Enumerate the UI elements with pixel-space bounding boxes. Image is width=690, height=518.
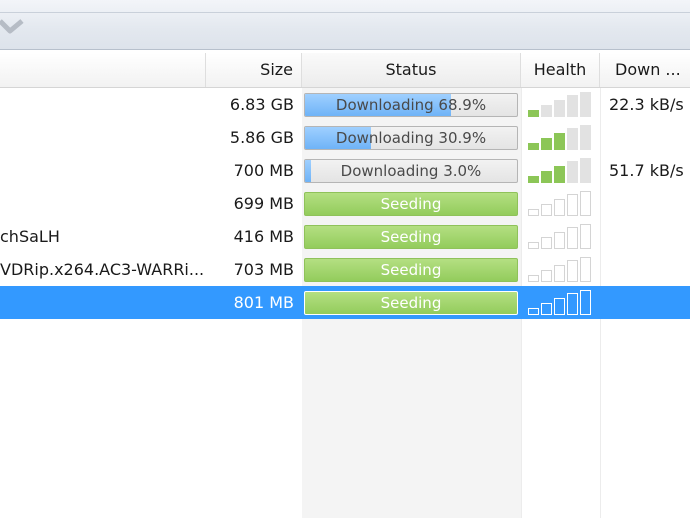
torrent-size: 416 MB (233, 227, 294, 246)
health-bar (580, 257, 591, 282)
torrent-size: 703 MB (233, 260, 294, 279)
health-bar (528, 143, 539, 150)
health-bar (567, 260, 578, 282)
health-bar (567, 128, 578, 150)
column-header-health[interactable]: Health (521, 53, 600, 87)
health-bar (541, 171, 552, 183)
column-header-down-speed[interactable]: Down ... (600, 53, 690, 87)
health-bar (554, 133, 565, 150)
health-bar (554, 199, 565, 216)
health-bar (528, 275, 539, 282)
download-speed: 51.7 kB/s (609, 161, 684, 180)
health-bar (580, 158, 591, 183)
torrent-name (0, 187, 204, 220)
table-row[interactable]: VDRip.x264.AC3-WARRi... 703 MB Seeding (0, 253, 690, 286)
toolbar (0, 0, 690, 50)
status-progress-bar: Downloading 30.9% (304, 126, 518, 150)
torrent-name (0, 88, 204, 121)
health-bar (567, 227, 578, 249)
torrent-size: 699 MB (233, 194, 294, 213)
torrent-name: chSaLH (0, 227, 60, 246)
table-row[interactable]: 801 MB Seeding (0, 286, 690, 319)
table-row[interactable]: 700 MB Downloading 3.0% 51.7 kB/s (0, 154, 690, 187)
health-bar (567, 95, 578, 117)
status-label: Seeding (380, 195, 442, 213)
status-label: Seeding (380, 294, 442, 312)
torrent-name (0, 154, 204, 187)
status-progress-bar: Seeding (304, 258, 518, 282)
torrent-name (0, 121, 204, 154)
health-bar (554, 232, 565, 249)
status-progress-bar: Downloading 3.0% (304, 159, 518, 183)
status-progress-bar: Seeding (304, 225, 518, 249)
health-bars-icon (528, 158, 591, 183)
health-bars-icon (528, 257, 591, 282)
column-header-name[interactable] (0, 53, 206, 87)
health-bar (541, 138, 552, 150)
toolbar-divider (0, 12, 690, 13)
torrent-size: 6.83 GB (229, 95, 294, 114)
health-bar (554, 298, 565, 315)
health-bar (567, 194, 578, 216)
status-label: Downloading 3.0% (340, 162, 482, 180)
column-header-status[interactable]: Status (302, 53, 521, 87)
health-bars-icon (528, 224, 591, 249)
health-bar (580, 290, 591, 315)
download-speed: 22.3 kB/s (609, 95, 684, 114)
health-bar (541, 270, 552, 282)
health-bar (554, 265, 565, 282)
health-bars-icon (528, 191, 591, 216)
health-bar (528, 176, 539, 183)
health-bar (580, 191, 591, 216)
table-row[interactable]: chSaLH 416 MB Seeding (0, 220, 690, 253)
column-header-size[interactable]: Size (206, 53, 302, 87)
health-bar (528, 308, 539, 315)
download-speed (609, 187, 690, 220)
torrent-size: 5.86 GB (229, 128, 294, 147)
health-bar (528, 110, 539, 117)
health-bar (580, 125, 591, 150)
torrent-name: VDRip.x264.AC3-WARRi... (0, 260, 204, 279)
table-row[interactable]: 699 MB Seeding (0, 187, 690, 220)
health-bar (554, 100, 565, 117)
health-bar (567, 161, 578, 183)
download-speed (609, 253, 690, 286)
health-bar (541, 204, 552, 216)
status-label: Seeding (380, 228, 442, 246)
health-bar (528, 242, 539, 249)
health-bar (580, 224, 591, 249)
health-bar (554, 166, 565, 183)
status-progress-bar: Downloading 68.9% (304, 93, 518, 117)
torrent-size: 801 MB (233, 293, 294, 312)
health-bar (541, 303, 552, 315)
torrent-name (0, 286, 204, 319)
status-progress-bar: Seeding (304, 291, 518, 315)
status-label: Downloading 68.9% (335, 96, 487, 114)
download-speed (609, 286, 690, 319)
status-label: Seeding (380, 261, 442, 279)
torrent-size: 700 MB (233, 161, 294, 180)
table-row[interactable]: 5.86 GB Downloading 30.9% (0, 121, 690, 154)
download-speed (609, 220, 690, 253)
chevron-down-icon[interactable] (0, 15, 30, 39)
health-bar (541, 237, 552, 249)
status-progress-bar: Seeding (304, 192, 518, 216)
health-bars-icon (528, 290, 591, 315)
health-bar (528, 209, 539, 216)
health-bars-icon (528, 92, 591, 117)
health-bar (567, 293, 578, 315)
health-bar (580, 92, 591, 117)
health-bars-icon (528, 125, 591, 150)
download-speed (609, 121, 690, 154)
column-header: Size Status Health Down ... (0, 53, 690, 88)
status-label: Downloading 30.9% (335, 129, 487, 147)
health-bar (541, 105, 552, 117)
table-row[interactable]: 6.83 GB Downloading 68.9% 22.3 kB/s (0, 88, 690, 121)
